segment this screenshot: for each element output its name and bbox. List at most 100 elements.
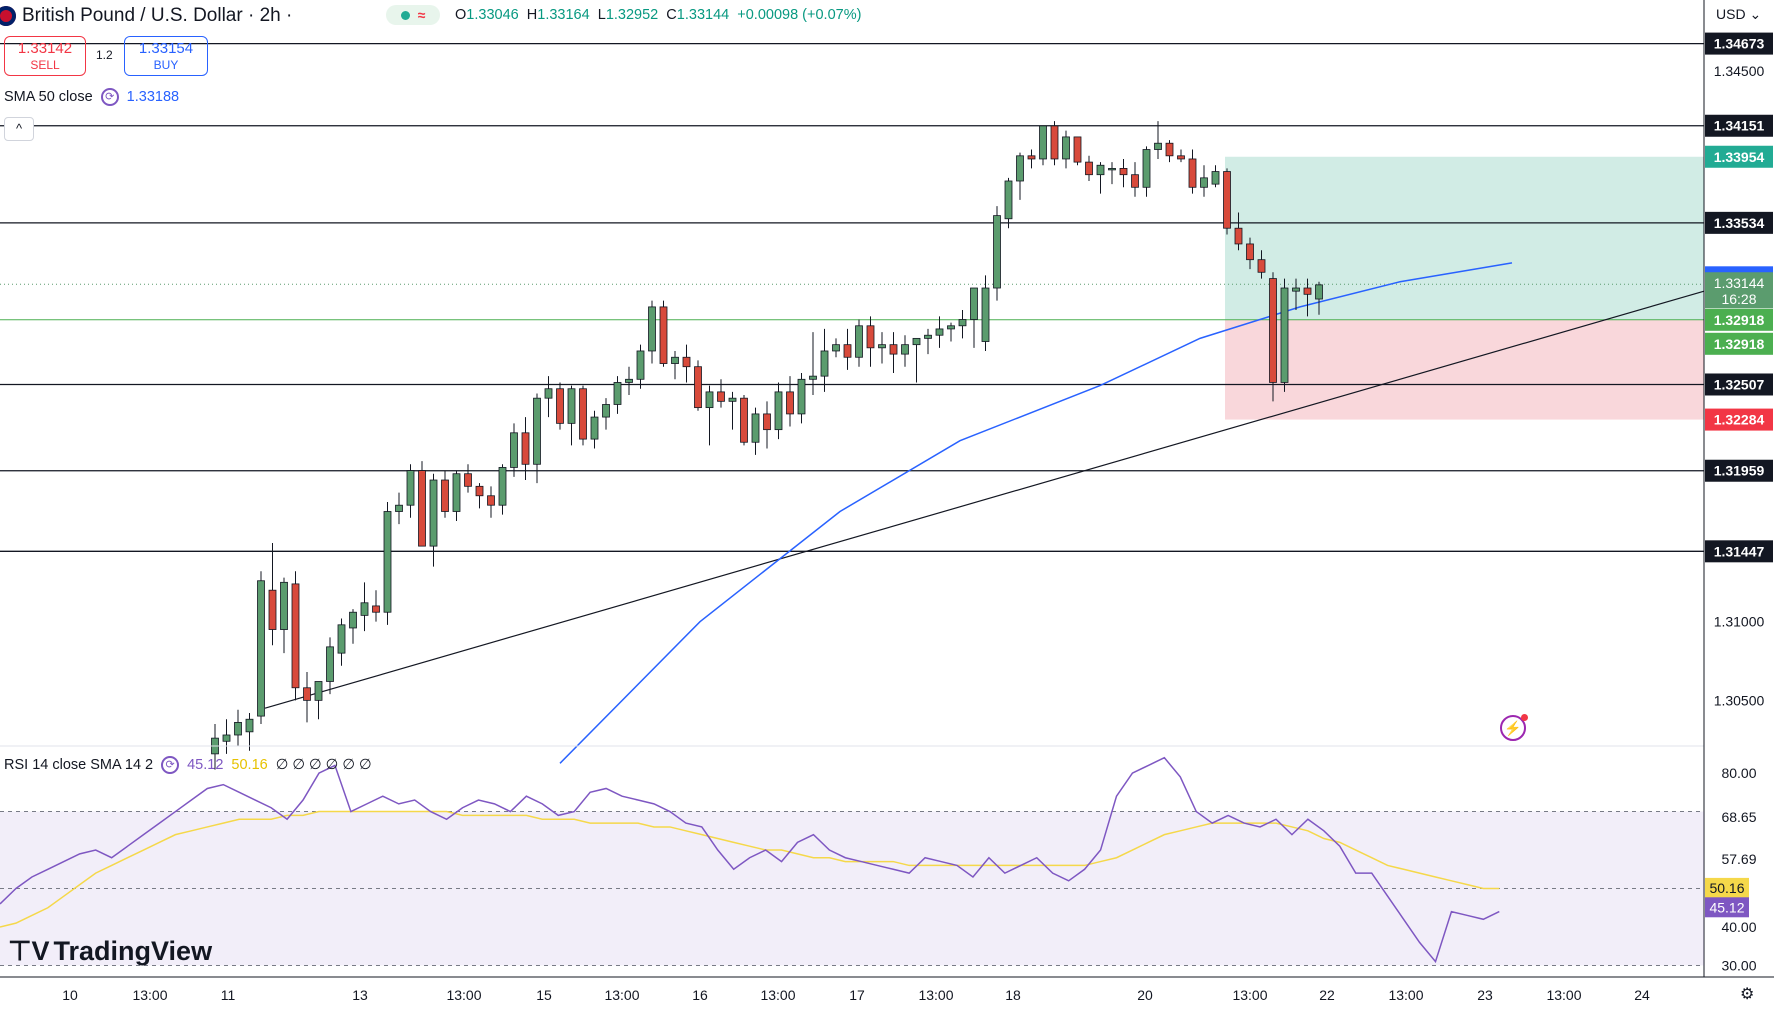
candle [1016,152,1024,200]
candle-body [1027,155,1036,160]
candle [1154,121,1162,159]
candle-body [1085,161,1093,176]
candle [1073,136,1082,166]
candle [1085,155,1093,181]
candle [1280,278,1289,392]
candle-body [268,589,277,630]
rsi-sma-legend-value: 50.16 [231,757,268,773]
symbol-header[interactable]: British Pound / U.S. Dollar · 2h · [0,4,292,28]
candle [1188,149,1197,194]
candle-body [1004,180,1013,220]
candle-body [912,337,921,346]
candle-body [820,350,829,377]
candle-body [1131,174,1139,188]
sma-legend-label: SMA 50 close [4,89,93,105]
candle [763,401,771,449]
candle-body [694,366,702,409]
rsi-legend-label: RSI 14 close SMA 14 2 [4,757,154,773]
candle-body [855,325,863,358]
market-status-pill[interactable]: ≈ [386,5,440,25]
time-tick-label: 13:00 [1546,987,1581,1003]
buy-button[interactable]: 1.33154 BUY [124,36,208,76]
candle-body [245,718,254,733]
candle-body [487,495,495,506]
candle [832,338,840,358]
time-tick-label: 13:00 [760,987,795,1003]
chart-canvas[interactable]: 1.34500 1.31000 1.30500 1.34673 1.34151 1.335… [0,0,1774,1009]
candle [1200,165,1208,197]
ohlc-close: 1.33144 [676,7,730,23]
candle [544,376,553,418]
entry-price-tag-a: 1.32918 [1714,312,1765,328]
rsi-legend[interactable]: RSI 14 close SMA 14 2 ⟳ 45.12 50.16 ∅ ∅ … [4,756,372,774]
sell-button[interactable]: 1.33142 SELL [4,36,86,76]
candle-body [763,413,771,431]
market-open-icon [400,10,410,20]
candle [337,618,346,666]
candle-body [521,432,530,465]
settings-icon[interactable]: ⚙ [1740,984,1754,1004]
candle [740,395,748,446]
countdown-tag: 16:28 [1721,291,1756,307]
candle [418,461,426,547]
delay-icon: ≈ [417,7,426,23]
candle [602,398,610,430]
currency-selector[interactable]: USD ⌄ [1716,6,1761,23]
rsi-legend-extra: ∅ ∅ ∅ ∅ ∅ ∅ [275,757,372,773]
candle-body [1315,284,1323,300]
candle-body [533,397,541,465]
level-price-tag: 1.33534 [1714,215,1765,231]
candle-body [1016,155,1024,182]
sma-legend[interactable]: SMA 50 close ⟳ 1.33188 [4,88,179,106]
candle [257,571,265,724]
candle [1108,162,1116,185]
candle [878,332,886,364]
candle-body [602,404,610,418]
candle [958,310,967,339]
candle [1039,125,1047,166]
time-tick-label: 20 [1137,987,1153,1003]
ohlc-change: +0.00098 (+0.07%) [737,7,862,23]
candle-body [809,375,817,380]
candle-body [659,306,668,364]
price-tick-label: 1.31000 [1714,614,1765,630]
candle-body [326,646,334,682]
candle-body [567,388,576,424]
candle [395,492,403,525]
candle-body [383,511,392,613]
candle-body [337,624,346,654]
tradingview-logo[interactable]: ⊤V TradingView [8,936,212,967]
collapse-legend-button[interactable]: ^ [4,117,34,141]
candle-body [935,328,944,336]
candle-body [832,344,840,352]
price-tick-label: 1.34500 [1714,63,1765,79]
candle [475,483,484,509]
candle [372,590,380,622]
sell-label: SELL [30,58,60,72]
candle-body [981,287,990,342]
candle [533,393,541,484]
candle [924,328,932,355]
candle [786,376,794,427]
candle-body [464,473,472,487]
candle [1027,149,1036,169]
refresh-icon[interactable]: ⟳ [100,88,119,106]
rsi-tick-label: 40.00 [1721,919,1756,935]
buy-price: 1.33154 [138,40,194,57]
candle [1165,140,1174,163]
refresh-icon[interactable]: ⟳ [161,756,180,774]
candle-body [1269,278,1277,383]
candle-body [222,734,231,742]
rsi-tick-label: 30.00 [1721,957,1756,973]
candle-body [901,344,909,355]
stop-loss-tag: 1.32284 [1714,412,1765,428]
time-tick-label: 18 [1005,987,1021,1003]
candle-body [751,413,760,443]
candle [947,322,955,342]
candle [636,344,645,389]
rsi-legend-value: 45.12 [187,757,224,773]
candle [993,206,1001,301]
flash-alert-icon[interactable]: ⚡ [1500,714,1528,741]
time-tick-label: 13:00 [1232,987,1267,1003]
candle [843,328,852,370]
